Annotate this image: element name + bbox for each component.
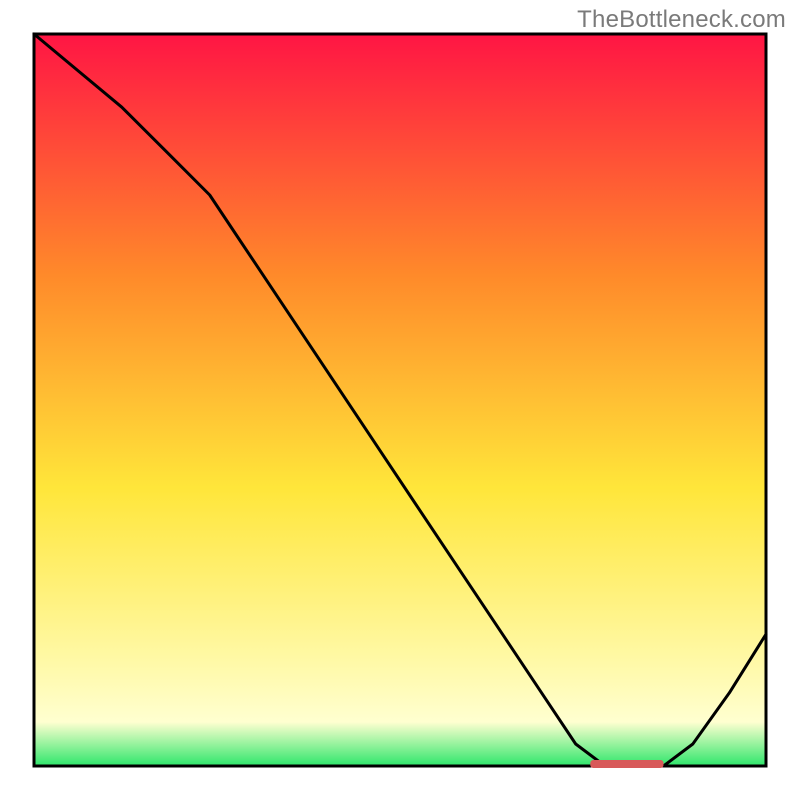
- attribution-text: TheBottleneck.com: [577, 6, 786, 34]
- optimal-range-marker: [590, 760, 663, 768]
- gradient-fill: [34, 34, 766, 766]
- bottleneck-chart: [0, 0, 800, 800]
- plot-area: [34, 34, 766, 768]
